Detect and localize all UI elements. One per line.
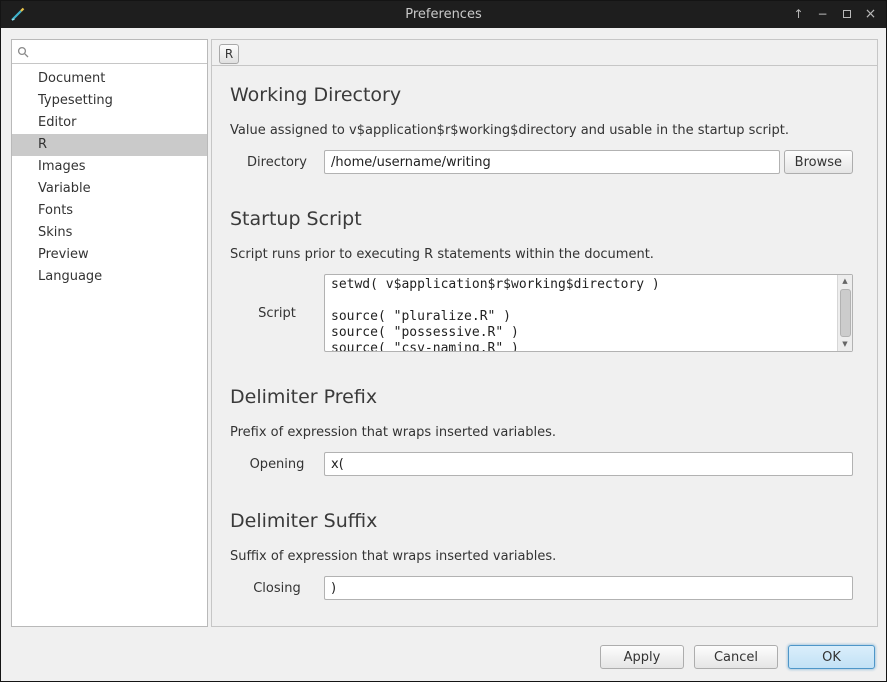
closing-input[interactable]: [324, 576, 853, 600]
sidebar-item-r[interactable]: R: [12, 134, 207, 156]
script-scrollbar[interactable]: ▲ ▼: [837, 275, 852, 351]
delimiter-suffix-description: Suffix of expression that wraps inserted…: [230, 549, 853, 564]
app-icon: [9, 6, 26, 23]
closing-row: Closing: [230, 576, 853, 600]
apply-button[interactable]: Apply: [600, 645, 684, 669]
close-icon[interactable]: ×: [863, 1, 878, 28]
browse-button[interactable]: Browse: [784, 150, 853, 174]
search-field[interactable]: [12, 40, 207, 64]
delimiter-prefix-title: Delimiter Prefix: [230, 386, 853, 408]
maximize-icon[interactable]: [839, 1, 854, 28]
sidebar-item-images[interactable]: Images: [12, 156, 207, 178]
ok-button[interactable]: OK: [788, 645, 875, 669]
content-header: R: [212, 40, 877, 66]
script-editor: setwd( v$application$r$working$directory…: [324, 274, 853, 352]
script-row: Script setwd( v$application$r$working$di…: [230, 274, 853, 352]
sidebar-item-fonts[interactable]: Fonts: [12, 200, 207, 222]
startup-script-title: Startup Script: [230, 208, 853, 230]
startup-script-description: Script runs prior to executing R stateme…: [230, 247, 853, 262]
sidebar: Document Typesetting Editor R Images Var…: [11, 39, 208, 627]
sidebar-item-skins[interactable]: Skins: [12, 222, 207, 244]
closing-label: Closing: [230, 581, 324, 596]
sidebar-item-editor[interactable]: Editor: [12, 112, 207, 134]
scroll-down-icon[interactable]: ▼: [842, 338, 847, 351]
working-directory-title: Working Directory: [230, 84, 853, 106]
sidebar-list: Document Typesetting Editor R Images Var…: [12, 64, 207, 288]
window-title: Preferences: [1, 7, 886, 22]
content-panel: R Working Directory Value assigned to v$…: [211, 39, 878, 627]
dialog-body: Document Typesetting Editor R Images Var…: [1, 28, 886, 681]
search-icon: [17, 46, 29, 58]
breadcrumb-chip[interactable]: R: [219, 44, 239, 64]
content-body: Working Directory Value assigned to v$ap…: [212, 66, 877, 600]
sidebar-item-typesetting[interactable]: Typesetting: [12, 90, 207, 112]
directory-input[interactable]: [324, 150, 780, 174]
titlebar[interactable]: Preferences ↑ − ×: [1, 1, 886, 28]
window-controls: ↑ − ×: [791, 1, 878, 28]
sidebar-item-preview[interactable]: Preview: [12, 244, 207, 266]
directory-row: Directory Browse: [230, 150, 853, 174]
script-textarea[interactable]: setwd( v$application$r$working$directory…: [324, 274, 853, 352]
delimiter-suffix-title: Delimiter Suffix: [230, 510, 853, 532]
sidebar-item-language[interactable]: Language: [12, 266, 207, 288]
maximize-box-glyph: [843, 10, 851, 18]
directory-label: Directory: [230, 155, 324, 170]
script-label: Script: [230, 306, 324, 321]
preferences-window: Preferences ↑ − × Document Typesetting E…: [0, 0, 887, 682]
footer-buttons: Apply Cancel OK: [600, 645, 875, 669]
shade-icon[interactable]: ↑: [791, 1, 806, 28]
cancel-button[interactable]: Cancel: [694, 645, 778, 669]
opening-label: Opening: [230, 457, 324, 472]
minimize-icon[interactable]: −: [815, 1, 830, 28]
search-input[interactable]: [33, 42, 202, 62]
scrollbar-thumb[interactable]: [840, 289, 851, 337]
opening-input[interactable]: [324, 452, 853, 476]
working-directory-description: Value assigned to v$application$r$workin…: [230, 123, 853, 138]
delimiter-prefix-description: Prefix of expression that wraps inserted…: [230, 425, 853, 440]
sidebar-item-document[interactable]: Document: [12, 68, 207, 90]
sidebar-item-variable[interactable]: Variable: [12, 178, 207, 200]
scroll-up-icon[interactable]: ▲: [842, 275, 847, 288]
opening-row: Opening: [230, 452, 853, 476]
